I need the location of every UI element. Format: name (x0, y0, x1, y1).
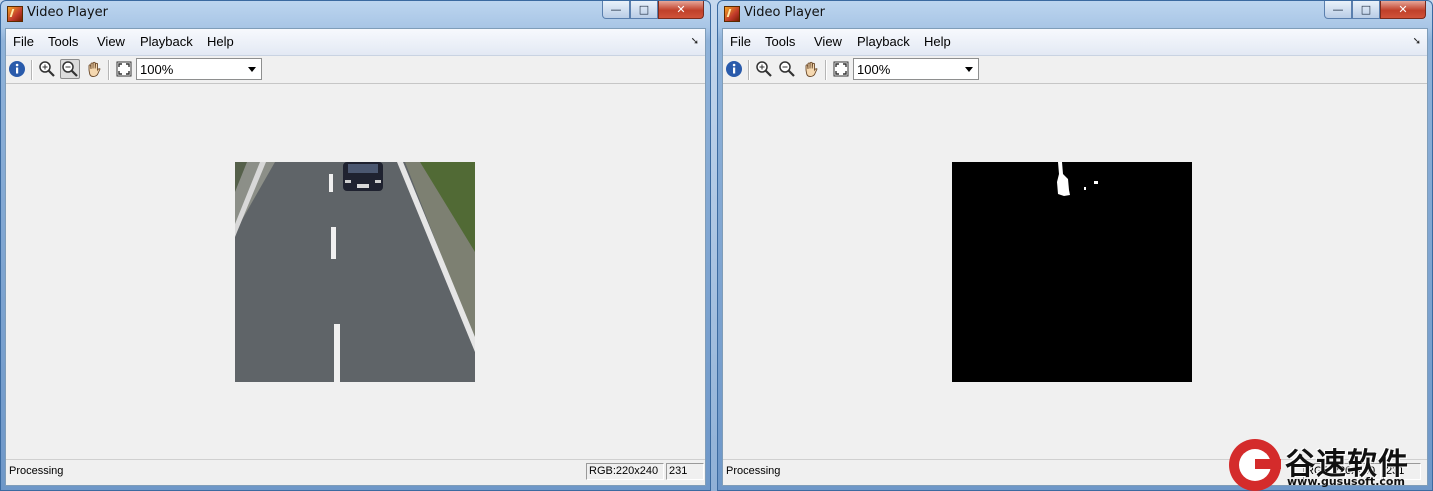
toolbar-separator (825, 60, 827, 80)
fit-to-window-icon[interactable] (114, 59, 134, 79)
close-button[interactable]: ✕ (1380, 1, 1426, 19)
chevron-down-icon[interactable] (248, 67, 256, 72)
video-player-window-right[interactable]: Video Player — □ ✕ File Tools View Playb… (717, 0, 1433, 491)
menu-bar: File Tools View Playback Help ➘ (6, 29, 705, 56)
gususoft-watermark: 谷速软件 www.gususoft.com (1229, 439, 1429, 491)
menu-dock-arrow-icon[interactable]: ➘ (1413, 36, 1421, 47)
watermark-url: www.gususoft.com (1287, 475, 1405, 488)
matlab-app-icon[interactable] (724, 6, 740, 22)
info-icon[interactable] (724, 59, 744, 79)
pan-hand-icon[interactable] (84, 59, 104, 79)
toolbar-separator (108, 60, 110, 80)
window-title: Video Player (27, 5, 109, 20)
menu-playback[interactable]: Playback (140, 34, 193, 49)
status-image-info: RGB:220x240 (586, 463, 664, 480)
menu-help[interactable]: Help (207, 34, 234, 49)
toolbar: 100% (723, 56, 1427, 84)
toolbar: 100% (6, 56, 705, 84)
pan-hand-icon[interactable] (801, 59, 821, 79)
status-text: Processing (726, 465, 781, 477)
menu-file[interactable]: File (730, 34, 751, 49)
menu-tools[interactable]: Tools (48, 34, 78, 49)
menu-playback[interactable]: Playback (857, 34, 910, 49)
fit-to-window-icon[interactable] (831, 59, 851, 79)
matlab-app-icon[interactable] (7, 6, 23, 22)
minimize-button[interactable]: — (1324, 1, 1352, 19)
menu-dock-arrow-icon[interactable]: ➘ (691, 36, 699, 47)
menu-file[interactable]: File (13, 34, 34, 49)
window-client-area: File Tools View Playback Help ➘ 100% Pro… (5, 28, 706, 486)
zoom-level-select[interactable]: 100% (853, 58, 979, 80)
status-bar: Processing RGB:220x240 231 (6, 459, 705, 485)
title-bar[interactable]: Video Player — □ ✕ (718, 1, 1432, 26)
zoom-level-select[interactable]: 100% (136, 58, 262, 80)
menu-view[interactable]: View (814, 34, 842, 49)
video-frame-foreground-mask (952, 162, 1192, 382)
video-viewport (723, 84, 1427, 459)
menu-help[interactable]: Help (924, 34, 951, 49)
window-client-area: File Tools View Playback Help ➘ 100% Pro… (722, 28, 1428, 486)
maximize-button[interactable]: □ (1352, 1, 1380, 19)
toolbar-separator (748, 60, 750, 80)
video-player-window-left[interactable]: Video Player — □ ✕ File Tools View Playb… (0, 0, 711, 491)
zoom-in-icon[interactable] (37, 59, 57, 79)
menu-bar: File Tools View Playback Help ➘ (723, 29, 1427, 56)
close-button[interactable]: ✕ (658, 1, 704, 19)
maximize-button[interactable]: □ (630, 1, 658, 19)
chevron-down-icon[interactable] (965, 67, 973, 72)
zoom-out-icon[interactable] (60, 59, 80, 79)
video-frame-road (235, 162, 475, 382)
status-frame-number: 231 (666, 463, 704, 480)
info-icon[interactable] (7, 59, 27, 79)
status-text: Processing (9, 465, 64, 477)
zoom-in-icon[interactable] (754, 59, 774, 79)
menu-tools[interactable]: Tools (765, 34, 795, 49)
gususoft-logo-icon (1229, 439, 1281, 491)
title-bar[interactable]: Video Player — □ ✕ (1, 1, 710, 26)
zoom-level-value: 100% (140, 62, 174, 77)
video-viewport (6, 84, 705, 459)
window-title: Video Player (744, 5, 826, 20)
zoom-out-icon[interactable] (777, 59, 797, 79)
minimize-button[interactable]: — (602, 1, 630, 19)
zoom-level-value: 100% (857, 62, 891, 77)
menu-view[interactable]: View (97, 34, 125, 49)
toolbar-separator (31, 60, 33, 80)
